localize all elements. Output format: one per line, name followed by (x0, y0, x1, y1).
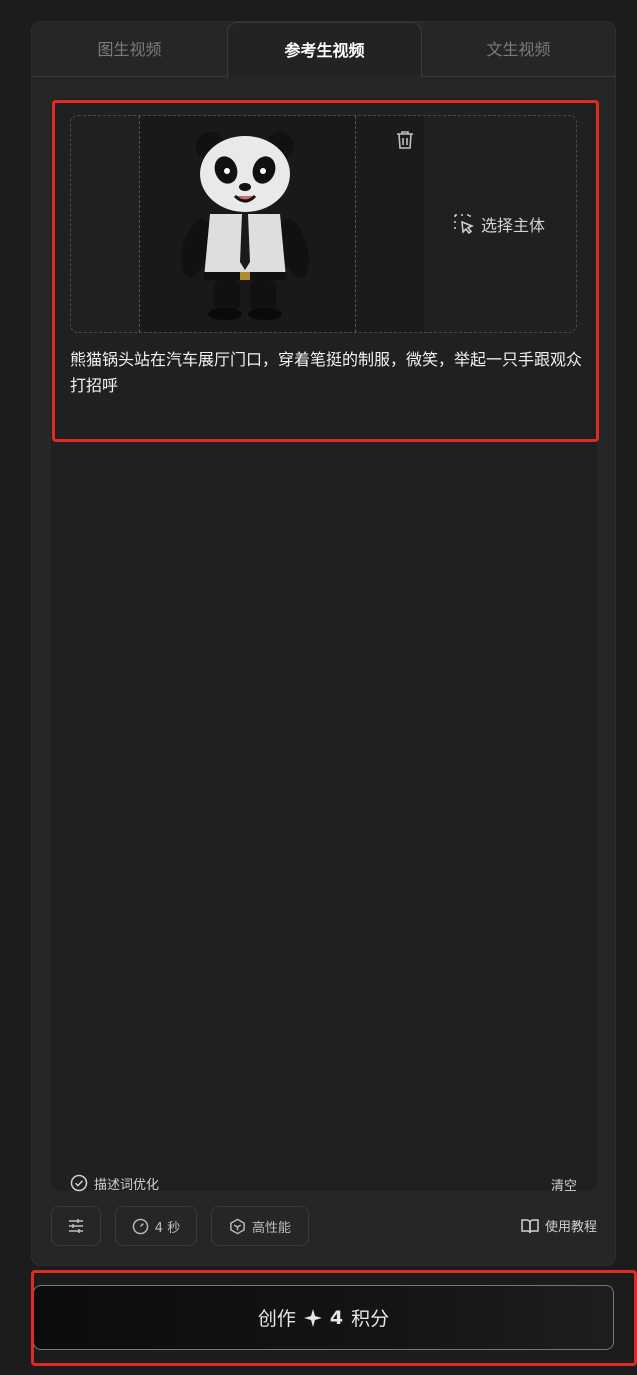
performance-mode-button[interactable]: 高性能 (211, 1206, 309, 1246)
performance-mode-label: 高性能 (251, 1220, 291, 1236)
prompt-card: 选择主体 熊猫锅头站在汽车展厅门口，穿着笔挺的制服，微笑，举起一只手跟观众打招呼… (51, 98, 597, 1194)
panda-image (181, 132, 309, 320)
select-subject-button[interactable]: 选择主体 (453, 212, 545, 236)
reference-image-thumbnail[interactable] (139, 116, 356, 332)
delete-image-button[interactable] (393, 128, 417, 152)
prompt-input[interactable]: 熊猫锅头站在汽车展厅门口，穿着笔挺的制服，微笑，举起一只手跟观众打招呼 (70, 347, 582, 399)
tab-reference-to-video[interactable]: 参考生视频 (227, 22, 422, 78)
clear-button[interactable]: 清空 (551, 1175, 577, 1194)
cost-value: 4 (329, 1306, 344, 1329)
cube-icon (230, 1218, 245, 1234)
timer-icon (132, 1218, 149, 1234)
duration-button[interactable]: 4 秒 (115, 1206, 197, 1246)
settings-button[interactable] (51, 1206, 101, 1246)
mode-tabs: 图生视频 参考生视频 文生视频 (32, 22, 615, 78)
select-cursor-icon (454, 214, 475, 235)
reference-upload-area[interactable]: 选择主体 (70, 115, 577, 333)
tutorial-label: 使用教程 (544, 1220, 597, 1235)
check-circle-icon (70, 1174, 88, 1192)
book-icon (521, 1218, 539, 1233)
sparkle-icon (303, 1308, 322, 1327)
optimize-label: 描述词优化 (94, 1177, 160, 1193)
prompt-optimize-toggle[interactable]: 描述词优化 (70, 1173, 159, 1193)
create-label: 创作 (257, 1308, 296, 1330)
select-subject-label: 选择主体 (481, 216, 546, 235)
video-generation-panel: 图生视频 参考生视频 文生视频 选择主体 熊猫锅头站在汽车展厅门口，穿着笔挺的制… (31, 21, 616, 1266)
duration-label: 4 秒 (154, 1220, 181, 1236)
sliders-icon (69, 1219, 83, 1233)
trash-icon (397, 131, 413, 149)
cost-unit: 积分 (351, 1308, 390, 1330)
settings-toolbar: 4 秒 高性能 使用教程 (51, 1206, 597, 1246)
tab-text-to-video[interactable]: 文生视频 (422, 22, 615, 77)
tutorial-link[interactable]: 使用教程 (521, 1216, 597, 1235)
tab-image-to-video[interactable]: 图生视频 (32, 22, 227, 77)
create-button[interactable]: 创作 4 积分 (33, 1285, 614, 1350)
